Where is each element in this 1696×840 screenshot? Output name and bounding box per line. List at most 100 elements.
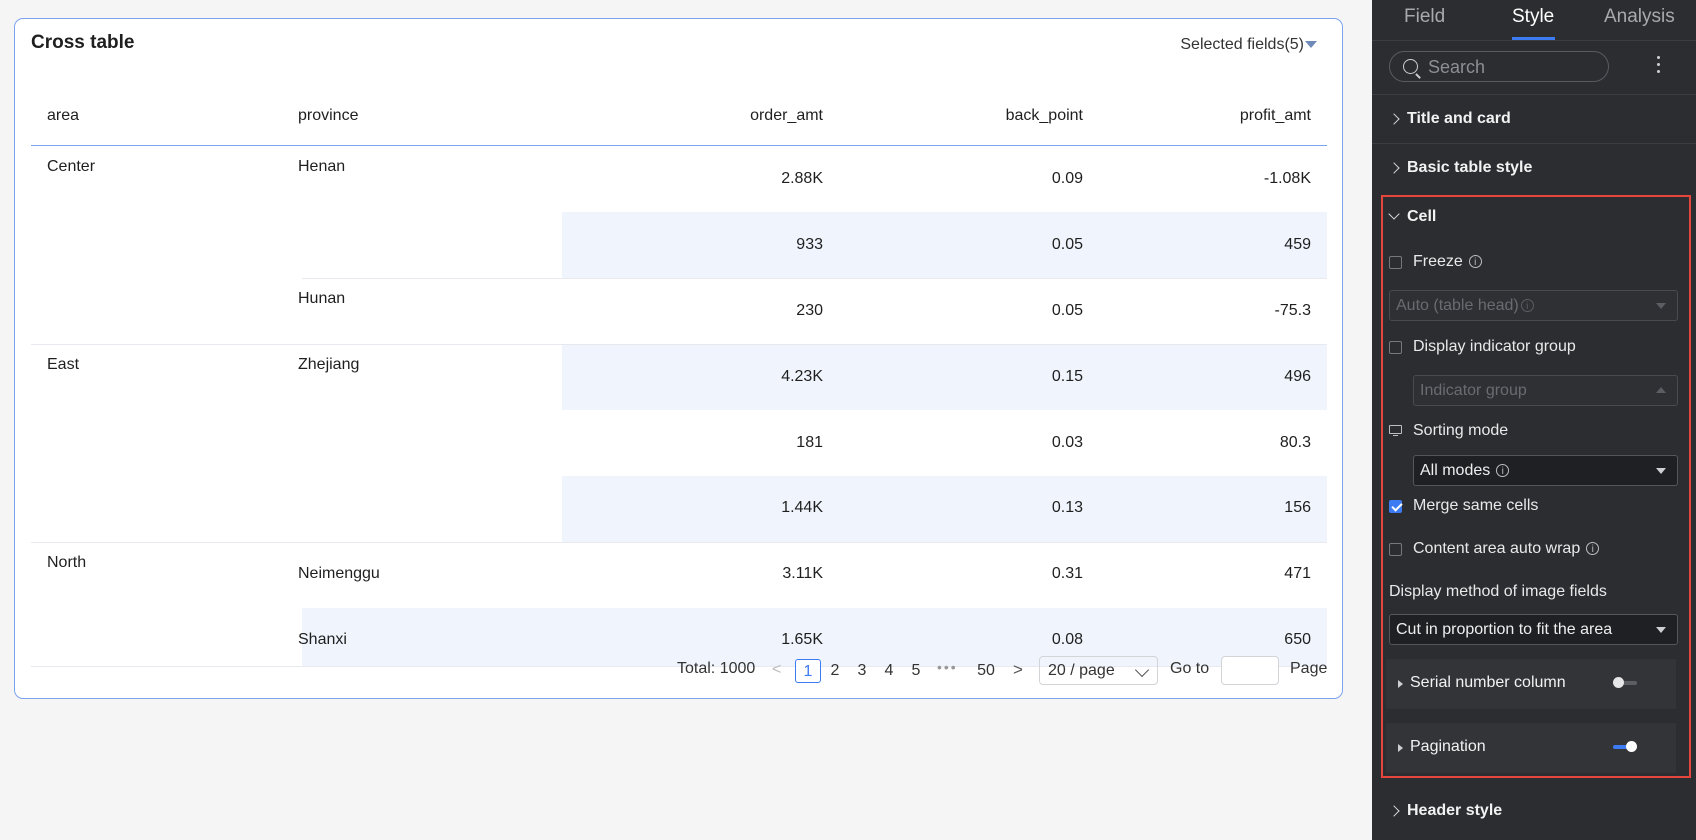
section-header-style[interactable]: Header style: [1388, 802, 1502, 820]
freeze-label: Freeze: [1413, 253, 1463, 270]
search-input[interactable]: Search: [1428, 57, 1485, 78]
profit-amt-cell: 459: [1284, 236, 1311, 253]
order-amt-cell: 1.65K: [781, 631, 823, 648]
content-area-auto-wrap-label: Content area auto wrap: [1413, 540, 1581, 557]
search-box[interactable]: Search: [1389, 51, 1609, 82]
freeze-option: Freeze i: [1413, 253, 1482, 271]
monitor-icon: [1389, 425, 1402, 437]
goto-page-input[interactable]: [1221, 656, 1279, 685]
row-divider: [31, 344, 1327, 345]
pagination-label: Pagination: [1410, 738, 1486, 755]
area-cell: Center: [47, 158, 96, 175]
chevron-down-icon: [1134, 662, 1150, 678]
back-point-cell: 0.05: [1051, 236, 1083, 253]
order-amt-cell: 2.88K: [781, 170, 823, 187]
page-label: Page: [1290, 660, 1328, 677]
back-point-cell: 0.09: [1051, 170, 1083, 187]
pagination-row[interactable]: Pagination: [1386, 723, 1676, 773]
profit-amt-cell: -75.3: [1274, 302, 1311, 319]
order-amt-cell: 3.11K: [782, 565, 823, 582]
image-display-select[interactable]: Cut in proportion to fit the area: [1389, 614, 1678, 645]
chevron-right-icon: [1388, 805, 1400, 817]
merge-same-cells-checkbox[interactable]: [1389, 500, 1402, 513]
page-5-button[interactable]: 5: [903, 659, 929, 683]
area-cell: North: [47, 554, 87, 571]
sorting-mode-value: All modes: [1420, 462, 1491, 479]
column-header-profit-amt[interactable]: profit_amt: [1181, 107, 1311, 125]
page-2-button[interactable]: 2: [822, 659, 848, 683]
back-point-cell: 0.13: [1051, 499, 1083, 516]
content-area-auto-wrap-checkbox[interactable]: [1389, 543, 1402, 556]
display-indicator-group-checkbox[interactable]: [1389, 341, 1402, 354]
back-point-cell: 0.05: [1051, 302, 1083, 319]
caret-down-icon[interactable]: [1305, 41, 1317, 48]
back-point-cell: 0.31: [1051, 565, 1083, 582]
info-icon[interactable]: i: [1496, 464, 1510, 478]
image-display-label: Display method of image fields: [1389, 583, 1607, 600]
prev-page-icon[interactable]: <: [772, 661, 781, 679]
pagination-toggle[interactable]: [1613, 741, 1637, 753]
order-amt-cell: 933: [796, 236, 823, 253]
section-title-and-card[interactable]: Title and card: [1388, 110, 1511, 128]
display-indicator-group-label: Display indicator group: [1413, 338, 1576, 355]
section-basic-table-style[interactable]: Basic table style: [1388, 159, 1532, 177]
search-icon: [1403, 59, 1418, 74]
goto-label: Go to: [1170, 660, 1210, 677]
order-amt-cell: 181: [796, 434, 823, 451]
chevron-right-icon: [1388, 113, 1400, 125]
merge-same-cells-label: Merge same cells: [1413, 497, 1539, 514]
sorting-mode-label: Sorting mode: [1413, 422, 1509, 439]
selected-fields-dropdown[interactable]: Selected fields(5): [1180, 36, 1304, 54]
table-header: area province order_amt back_point profi…: [31, 77, 1327, 146]
page-size-select[interactable]: 20 / page: [1039, 656, 1158, 685]
profit-amt-cell: 650: [1284, 631, 1311, 648]
freeze-select[interactable]: Auto (table head) i: [1389, 290, 1678, 321]
section-divider: [1372, 94, 1696, 95]
province-cell: Henan: [298, 158, 346, 175]
info-icon: i: [1520, 299, 1534, 313]
profit-amt-cell: 156: [1284, 499, 1311, 516]
caret-up-icon: [1656, 387, 1666, 393]
province-cell: Neimenggu: [298, 565, 380, 582]
info-icon[interactable]: i: [1586, 542, 1600, 556]
page-1-button[interactable]: 1: [795, 659, 821, 683]
indicator-group-select[interactable]: Indicator group: [1413, 375, 1678, 406]
province-cell: Shanxi: [298, 631, 347, 648]
freeze-select-value: Auto (table head): [1396, 297, 1519, 314]
serial-number-column-toggle[interactable]: [1613, 677, 1637, 689]
row-divider: [302, 278, 1327, 279]
info-icon[interactable]: i: [1468, 255, 1482, 269]
tab-field[interactable]: Field: [1404, 6, 1445, 28]
freeze-checkbox[interactable]: [1389, 256, 1402, 269]
section-cell[interactable]: Cell: [1388, 208, 1436, 226]
column-header-back-point[interactable]: back_point: [943, 107, 1083, 125]
indicator-group-value: Indicator group: [1420, 382, 1527, 399]
column-header-province[interactable]: province: [298, 107, 358, 125]
sorting-mode-select[interactable]: All modes i: [1413, 455, 1678, 486]
data-table: area province order_amt back_point profi…: [31, 77, 1327, 667]
content-area-auto-wrap-option: Content area auto wrap i: [1413, 540, 1600, 558]
profit-amt-cell: 471: [1284, 565, 1311, 582]
page-50-button[interactable]: 50: [973, 659, 999, 683]
serial-number-column-row[interactable]: Serial number column: [1386, 659, 1676, 709]
table-body: Center East North Henan Hunan Zhejiang N…: [31, 146, 1327, 667]
more-options-icon[interactable]: [1657, 56, 1661, 77]
order-amt-cell: 4.23K: [781, 368, 823, 385]
tab-style[interactable]: Style: [1512, 6, 1554, 28]
column-header-area[interactable]: area: [47, 107, 79, 125]
next-page-icon[interactable]: >: [1013, 660, 1023, 680]
page-3-button[interactable]: 3: [849, 659, 875, 683]
image-display-value: Cut in proportion to fit the area: [1396, 621, 1613, 638]
province-cell: Hunan: [298, 290, 346, 307]
page-4-button[interactable]: 4: [876, 659, 902, 683]
caret-down-icon: [1656, 627, 1666, 633]
column-header-order-amt[interactable]: order_amt: [683, 107, 823, 125]
caret-down-icon: [1656, 303, 1666, 309]
tab-analysis[interactable]: Analysis: [1604, 6, 1675, 28]
pagination-ellipsis[interactable]: •••: [937, 659, 958, 675]
order-amt-cell: 230: [796, 302, 823, 319]
order-amt-cell: 1.44K: [781, 499, 823, 516]
section-divider: [1372, 143, 1696, 144]
profit-amt-cell: -1.08K: [1263, 170, 1311, 187]
back-point-cell: 0.03: [1051, 434, 1083, 451]
